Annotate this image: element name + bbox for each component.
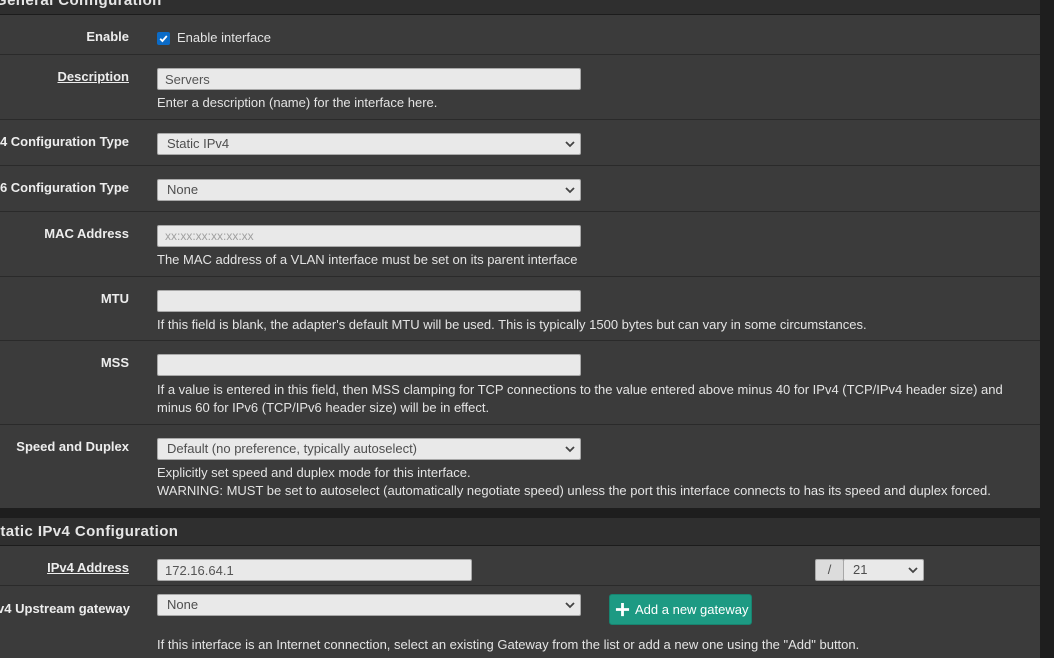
mtu-input[interactable] — [157, 290, 581, 312]
ipv4-type-row: IPv4 Configuration Type Static IPv4 — [0, 120, 1040, 166]
add-gateway-label: Add a new gateway — [635, 602, 749, 617]
mss-input[interactable] — [157, 354, 581, 376]
mtu-help: If this field is blank, the adapter's de… — [157, 317, 867, 332]
mss-row: MSS If a value is entered in this field,… — [0, 341, 1040, 425]
mss-label: MSS — [100, 355, 129, 370]
static-ipv4-panel: Static IPv4 Configuration IPv4 Address /… — [0, 518, 1040, 658]
gateway-help: If this interface is an Internet connect… — [157, 637, 860, 652]
mac-input[interactable] — [157, 225, 581, 247]
enable-label: Enable — [86, 29, 129, 44]
enable-row: Enable Enable interface — [0, 15, 1040, 55]
ipv4-address-label: IPv4 Address — [47, 560, 129, 575]
description-input[interactable] — [157, 68, 581, 90]
ipv6-type-label: IPv6 Configuration Type — [0, 180, 129, 195]
cidr-select[interactable]: 21 — [843, 559, 924, 581]
gateway-label: IPv4 Upstream gateway — [0, 601, 130, 616]
ipv4-type-select[interactable]: Static IPv4 — [157, 133, 581, 155]
cidr-value: 21 — [853, 562, 868, 577]
panel-title: Static IPv4 Configuration — [0, 523, 179, 540]
mss-help-line1: If a value is entered in this field, the… — [157, 382, 1003, 397]
ipv4-address-row: IPv4 Address / 21 — [0, 546, 1040, 586]
mac-label: MAC Address — [44, 226, 129, 241]
chevron-down-icon — [565, 141, 575, 148]
checkmark-icon — [158, 33, 169, 44]
add-gateway-button[interactable]: Add a new gateway — [609, 594, 752, 625]
speed-help-line2: WARNING: MUST be set to autoselect (auto… — [157, 483, 991, 498]
mtu-row: MTU If this field is blank, the adapter'… — [0, 277, 1040, 341]
gateway-row: IPv4 Upstream gateway None Add a new gat… — [0, 586, 1040, 658]
ipv4-type-label: IPv4 Configuration Type — [0, 134, 129, 149]
ipv4-type-value: Static IPv4 — [167, 136, 230, 151]
speed-label: Speed and Duplex — [16, 439, 129, 454]
speed-help-line1: Explicitly set speed and duplex mode for… — [157, 465, 471, 480]
gateway-value: None — [167, 597, 199, 612]
general-configuration-panel: General Configuration Enable Enable inte… — [0, 0, 1040, 508]
speed-row: Speed and Duplex Default (no preference,… — [0, 425, 1040, 508]
chevron-down-icon — [908, 567, 918, 574]
separator-text: / — [827, 562, 832, 577]
speed-value: Default (no preference, typically autose… — [167, 441, 418, 456]
panel-heading: General Configuration — [0, 0, 1040, 15]
description-row: Description Enter a description (name) f… — [0, 55, 1040, 120]
speed-select[interactable]: Default (no preference, typically autose… — [157, 438, 581, 460]
chevron-down-icon — [565, 446, 575, 453]
mss-help-line2: minus 60 for IPv6 (TCP/IPv6 header size)… — [157, 400, 490, 415]
ipv6-type-select[interactable]: None — [157, 179, 581, 201]
enable-checkbox[interactable] — [157, 32, 170, 45]
ipv6-type-row: IPv6 Configuration Type None — [0, 166, 1040, 212]
ipv6-type-value: None — [167, 182, 199, 197]
mac-row: MAC Address The MAC address of a VLAN in… — [0, 212, 1040, 277]
gateway-select[interactable]: None — [157, 594, 581, 616]
mtu-label: MTU — [100, 291, 129, 306]
cidr-separator: / — [815, 559, 844, 581]
plus-icon — [615, 602, 630, 617]
ipv4-address-input[interactable] — [157, 559, 472, 581]
chevron-down-icon — [565, 602, 575, 609]
mac-help: The MAC address of a VLAN interface must… — [157, 252, 578, 267]
enable-checkbox-label[interactable]: Enable interface — [177, 29, 271, 47]
chevron-down-icon — [565, 187, 575, 194]
panel-title: General Configuration — [0, 0, 162, 9]
description-label: Description — [57, 69, 129, 84]
description-help: Enter a description (name) for the inter… — [157, 95, 438, 110]
panel-heading: Static IPv4 Configuration — [0, 518, 1040, 546]
